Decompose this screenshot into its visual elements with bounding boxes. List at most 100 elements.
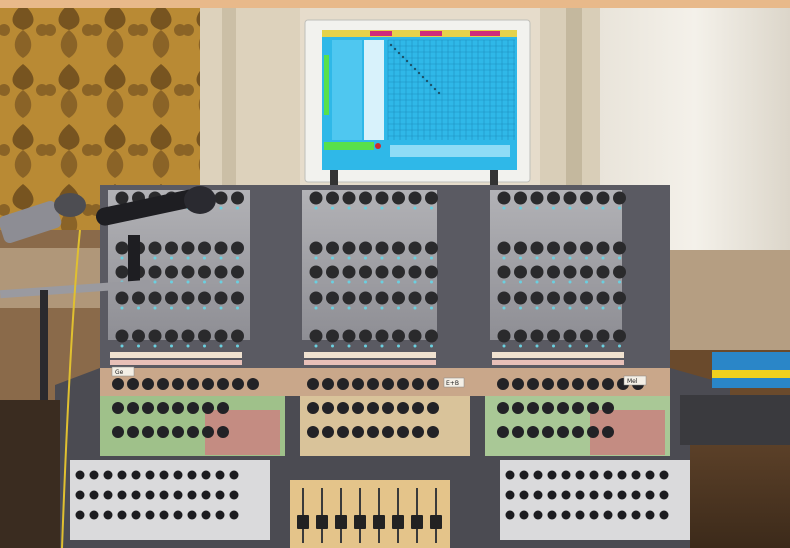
knob bbox=[132, 329, 145, 343]
knob bbox=[631, 490, 641, 500]
knob bbox=[231, 241, 244, 255]
knob bbox=[617, 470, 627, 480]
knob bbox=[187, 510, 197, 520]
knob bbox=[142, 402, 154, 414]
fader bbox=[373, 515, 385, 529]
knob bbox=[326, 241, 339, 255]
panel-left-lower bbox=[70, 460, 270, 540]
knob bbox=[408, 291, 422, 305]
knob bbox=[198, 241, 211, 255]
module-right bbox=[490, 190, 622, 340]
knob bbox=[547, 191, 560, 205]
knob bbox=[575, 470, 585, 480]
knob bbox=[563, 265, 577, 279]
knob bbox=[497, 426, 509, 438]
knob bbox=[322, 378, 334, 390]
knob bbox=[202, 378, 214, 390]
knob bbox=[322, 402, 334, 414]
knob bbox=[231, 191, 244, 205]
knob bbox=[198, 291, 211, 305]
knob bbox=[115, 191, 129, 205]
knob bbox=[309, 329, 323, 343]
fader bbox=[335, 515, 347, 529]
knob bbox=[392, 265, 405, 279]
knob bbox=[307, 402, 319, 414]
knob bbox=[202, 402, 214, 414]
knob bbox=[214, 329, 228, 343]
knob bbox=[645, 490, 655, 500]
knob bbox=[145, 510, 155, 520]
knob bbox=[159, 470, 169, 480]
tag-center-text: E+B bbox=[446, 380, 459, 387]
knob bbox=[375, 329, 389, 343]
knob bbox=[231, 265, 244, 279]
knob bbox=[580, 191, 593, 205]
knob bbox=[342, 265, 356, 279]
knob bbox=[367, 378, 379, 390]
monitor bbox=[304, 19, 531, 183]
knob bbox=[519, 470, 529, 480]
knob bbox=[580, 329, 593, 343]
knob bbox=[596, 265, 610, 279]
knob bbox=[103, 490, 113, 500]
knob bbox=[375, 291, 389, 305]
knob bbox=[187, 490, 197, 500]
knob bbox=[392, 191, 405, 205]
knob bbox=[322, 426, 334, 438]
knob bbox=[214, 291, 228, 305]
knob bbox=[530, 191, 544, 205]
knob bbox=[165, 241, 178, 255]
knob bbox=[215, 470, 225, 480]
knob bbox=[514, 291, 527, 305]
knob bbox=[309, 265, 323, 279]
knob bbox=[505, 510, 515, 520]
knob bbox=[530, 329, 544, 343]
knob bbox=[217, 378, 229, 390]
knob bbox=[561, 510, 571, 520]
knob bbox=[427, 378, 439, 390]
knob bbox=[145, 470, 155, 480]
knob bbox=[131, 490, 141, 500]
knob bbox=[375, 241, 389, 255]
knob bbox=[326, 329, 339, 343]
knob bbox=[427, 402, 439, 414]
knob bbox=[172, 378, 184, 390]
knob bbox=[214, 265, 228, 279]
knob bbox=[117, 490, 127, 500]
knob bbox=[157, 402, 169, 414]
knob bbox=[645, 470, 655, 480]
knob bbox=[159, 510, 169, 520]
knob bbox=[201, 490, 211, 500]
knob bbox=[309, 241, 323, 255]
knob bbox=[533, 470, 543, 480]
knob bbox=[580, 291, 593, 305]
knob bbox=[617, 490, 627, 500]
fader bbox=[392, 515, 404, 529]
knob bbox=[519, 510, 529, 520]
knob bbox=[115, 291, 129, 305]
knob bbox=[148, 265, 162, 279]
knob bbox=[172, 402, 184, 414]
equipment-left bbox=[0, 400, 60, 548]
tag-right-text: Mel bbox=[627, 378, 638, 385]
knob bbox=[408, 265, 422, 279]
knob bbox=[519, 490, 529, 500]
knob bbox=[533, 490, 543, 500]
tag-right: Mel bbox=[623, 375, 647, 386]
knob bbox=[217, 426, 229, 438]
knob bbox=[75, 490, 85, 500]
knob bbox=[514, 191, 527, 205]
ceiling-strip bbox=[0, 0, 790, 8]
knob bbox=[425, 191, 438, 205]
knob bbox=[127, 426, 139, 438]
knob bbox=[575, 510, 585, 520]
knob bbox=[497, 378, 509, 390]
knob bbox=[613, 191, 626, 205]
knob bbox=[497, 191, 511, 205]
knob bbox=[631, 510, 641, 520]
knob bbox=[132, 291, 145, 305]
knob bbox=[148, 291, 162, 305]
knob bbox=[397, 426, 409, 438]
knob bbox=[596, 329, 610, 343]
knob bbox=[112, 426, 124, 438]
